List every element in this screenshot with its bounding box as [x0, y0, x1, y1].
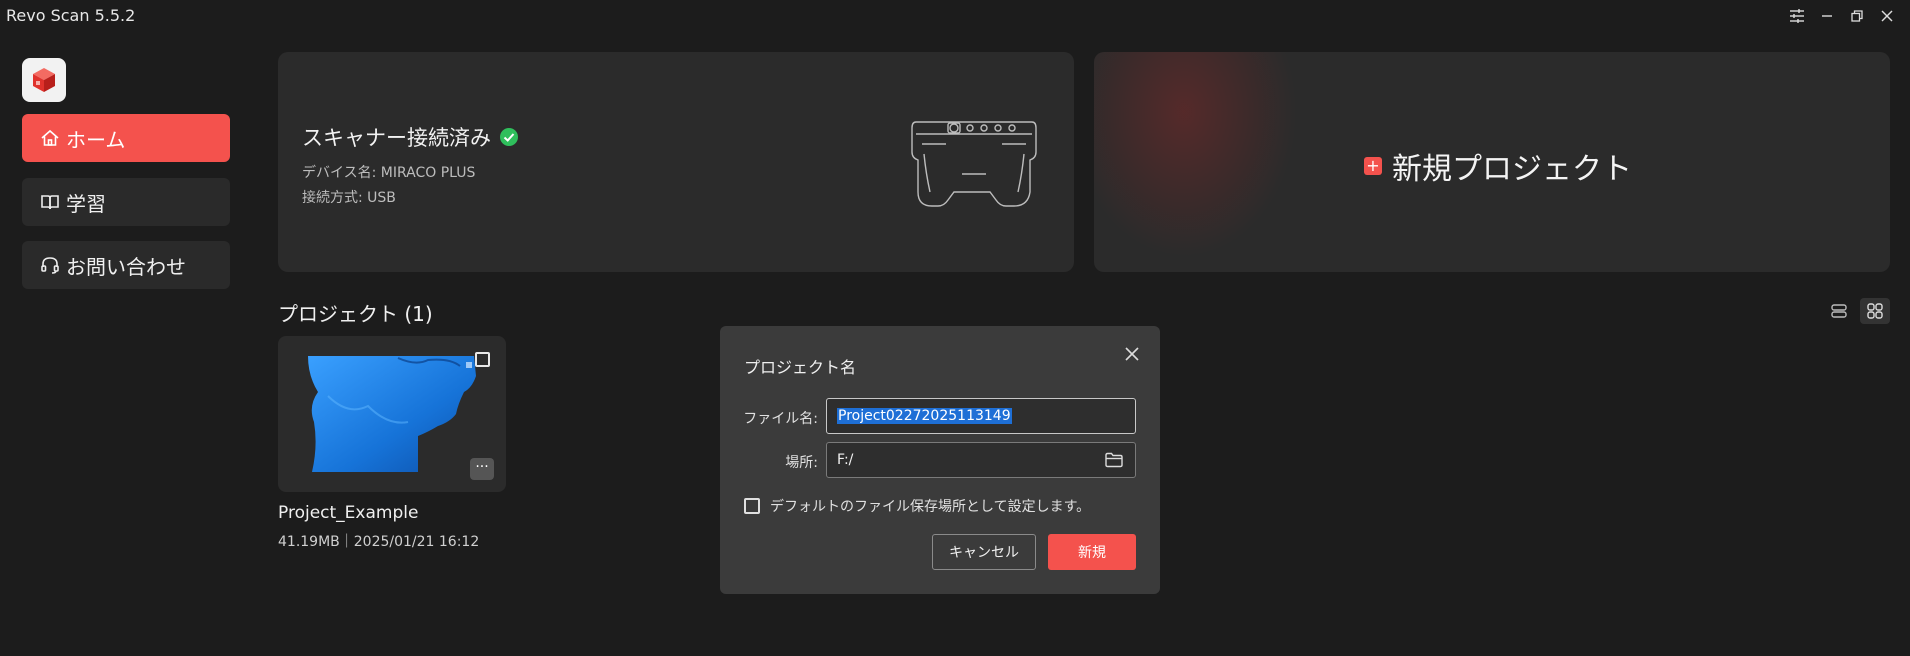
new-project-button[interactable]: + 新規プロジェクト: [1364, 144, 1632, 188]
location-value: F:/: [837, 452, 854, 468]
close-window-button[interactable]: [1874, 4, 1900, 28]
new-project-card[interactable]: + 新規プロジェクト: [1094, 52, 1890, 272]
window-controls: [1784, 4, 1900, 28]
sidebar-item-label: 学習: [66, 191, 106, 216]
project-thumbnail-card[interactable]: ···: [278, 336, 506, 492]
grid-view-icon: [1867, 303, 1883, 319]
location-input[interactable]: F:/: [826, 442, 1136, 478]
sidebar-item-label: ホーム: [66, 127, 126, 152]
scanner-device-illustration-icon: [911, 121, 1037, 207]
sidebar-item-label: お問い合わせ: [66, 254, 186, 279]
title-bar: Revo Scan 5.5.2: [0, 0, 1910, 32]
grid-view-button[interactable]: [1860, 298, 1890, 324]
cancel-button[interactable]: キャンセル: [932, 534, 1036, 570]
settings-sliders-button[interactable]: [1784, 4, 1810, 28]
minimize-button[interactable]: [1814, 4, 1840, 28]
sliders-icon: [1790, 9, 1804, 23]
filename-value: Project02272025113149: [837, 408, 1012, 424]
list-view-button[interactable]: [1824, 298, 1854, 324]
device-name: デバイス名: MIRACO PLUS: [302, 165, 476, 181]
location-label: 場所:: [785, 455, 818, 471]
restore-icon: [1851, 10, 1863, 22]
project-more-button[interactable]: ···: [470, 458, 494, 480]
default-location-option[interactable]: デフォルトのファイル保存場所として設定します。: [744, 496, 1090, 516]
sidebar-item-learn[interactable]: 学習: [22, 178, 230, 226]
default-location-checkbox[interactable]: [744, 498, 760, 514]
scanner-status: スキャナー接続済み: [302, 122, 519, 152]
sidebar-item-home[interactable]: ホーム: [22, 114, 230, 162]
create-button[interactable]: 新規: [1048, 534, 1136, 570]
filename-label: ファイル名:: [743, 411, 818, 427]
filename-input[interactable]: Project02272025113149: [826, 398, 1136, 434]
home-icon: [41, 129, 59, 146]
dialog-close-button[interactable]: [1122, 344, 1142, 364]
app-title: Revo Scan 5.5.2: [6, 6, 136, 25]
connection-type: 接続方式: USB: [302, 190, 396, 206]
list-view-icon: [1831, 304, 1847, 318]
new-project-label: 新規プロジェクト: [1392, 152, 1632, 187]
book-icon: [41, 195, 59, 210]
folder-icon[interactable]: [1105, 452, 1123, 468]
project-select-checkbox[interactable]: [475, 352, 490, 367]
check-circle-icon: [500, 128, 518, 146]
revo-cube-logo-icon: [33, 68, 55, 92]
projects-heading: プロジェクト (1): [278, 302, 433, 326]
plus-icon: +: [1364, 157, 1382, 175]
project-name-dialog: プロジェクト名 ファイル名: Project02272025113149 場所:…: [720, 326, 1160, 594]
minimize-icon: [1822, 15, 1832, 17]
default-location-label: デフォルトのファイル保存場所として設定します。: [770, 499, 1091, 515]
scanner-status-text: スキャナー接続済み: [302, 126, 491, 150]
close-icon: [1125, 347, 1139, 361]
project-name[interactable]: Project_Example: [278, 503, 418, 523]
headset-icon: [41, 257, 59, 274]
restore-button[interactable]: [1844, 4, 1870, 28]
sidebar-item-contact[interactable]: お問い合わせ: [22, 241, 230, 289]
app-logo: [22, 58, 66, 102]
project-meta: 41.19MB｜2025/01/21 16:12: [278, 534, 480, 550]
scanner-status-card: スキャナー接続済み デバイス名: MIRACO PLUS 接続方式: USB: [278, 52, 1074, 272]
close-icon: [1881, 10, 1893, 22]
dialog-title: プロジェクト名: [744, 358, 857, 377]
